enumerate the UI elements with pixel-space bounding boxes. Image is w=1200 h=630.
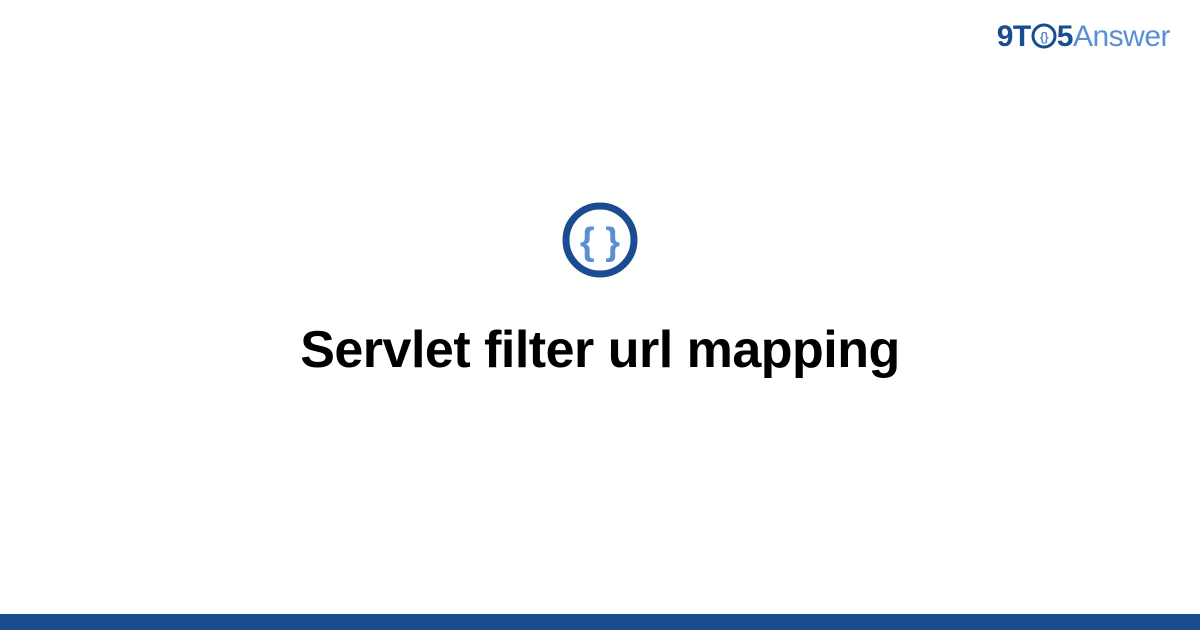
logo-9t: 9T — [997, 20, 1031, 53]
svg-text:{}: {} — [1040, 30, 1049, 44]
center-content: { } Servlet filter url mapping — [0, 200, 1200, 380]
logo-o-icon: {} — [1031, 23, 1057, 49]
braces-icon: { } — [560, 200, 640, 280]
logo-answer: Answer — [1073, 20, 1170, 53]
logo-5: 5 — [1057, 20, 1073, 53]
site-logo: 9T {} 5Answer — [997, 20, 1170, 54]
bottom-accent-bar — [0, 614, 1200, 630]
page-title: Servlet filter url mapping — [300, 320, 900, 380]
svg-text:{ }: { } — [580, 221, 620, 263]
